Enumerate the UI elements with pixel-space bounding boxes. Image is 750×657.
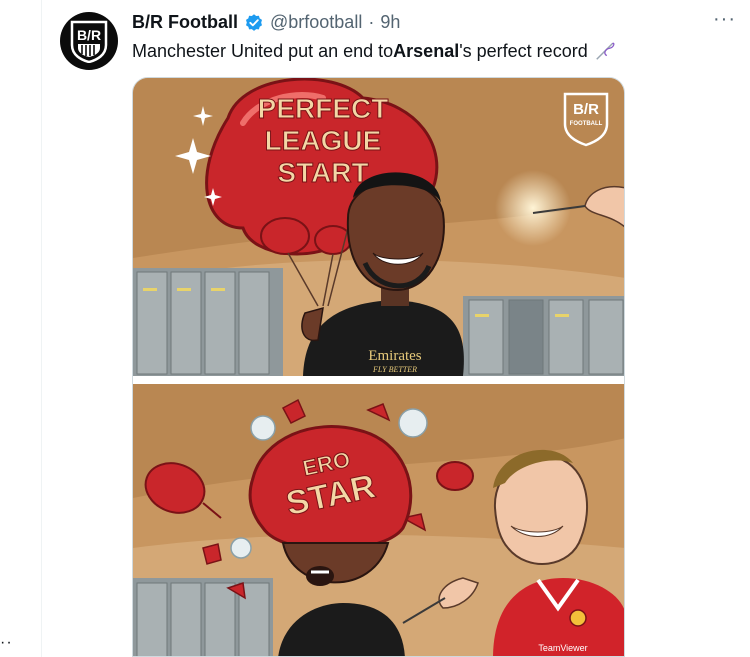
left-sidebar-edge bbox=[0, 0, 42, 657]
cartoon-illustration: PERFECT LEAGUE START B/R FOOTBALL Emirat… bbox=[133, 78, 624, 656]
needle-emoji-icon bbox=[595, 42, 615, 60]
author-avatar[interactable]: B/R bbox=[60, 12, 118, 70]
author-handle[interactable]: @brfootball bbox=[270, 12, 362, 33]
bottom-panel: ERO STAR TeamViewer bbox=[133, 384, 624, 656]
tweet-timestamp[interactable]: 9h bbox=[380, 12, 400, 33]
popped-balloon-head: ERO STAR bbox=[248, 425, 413, 552]
tweet-text-part-1: Manchester United put an end to bbox=[132, 40, 394, 61]
tweet-text-mention-arsenal: Arsenal bbox=[393, 40, 460, 61]
balloon-text-line-2: LEAGUE bbox=[265, 125, 382, 156]
watermark-logo-text: B/R bbox=[573, 101, 599, 118]
br-logo-icon: B/R bbox=[70, 20, 108, 63]
avatar-logo-text: B/R bbox=[77, 27, 101, 43]
left-more-dots[interactable]: ·· bbox=[0, 634, 13, 652]
united-shirt-sponsor: TeamViewer bbox=[538, 643, 587, 653]
balloon-text-line-3: START bbox=[277, 157, 368, 188]
shirt-sponsor: Emirates bbox=[368, 348, 421, 364]
verified-badge-icon bbox=[246, 13, 262, 31]
more-options-button[interactable]: ··· bbox=[713, 8, 736, 31]
lockers-bottom bbox=[133, 578, 273, 656]
watermark-logo-subtext: FOOTBALL bbox=[570, 121, 603, 127]
united-crest-icon bbox=[569, 609, 587, 627]
light-glow bbox=[495, 170, 571, 246]
author-name[interactable]: B/R Football bbox=[132, 12, 238, 33]
tweet[interactable]: B/R B/R Football @brfootball · 9h ··· Ma… bbox=[42, 0, 750, 657]
balloon-text-line-1: PERFECT bbox=[258, 93, 389, 124]
tweet-text-part-3: 's perfect record bbox=[459, 40, 588, 61]
tweet-header: B/R Football @brfootball · 9h bbox=[132, 12, 400, 33]
tweet-media-image[interactable]: PERFECT LEAGUE START B/R FOOTBALL Emirat… bbox=[132, 77, 625, 657]
shirt-sponsor-sub: FLY BETTER bbox=[372, 365, 417, 374]
tweet-text: Manchester United put an end to Arsenal '… bbox=[132, 40, 616, 62]
panel-divider bbox=[133, 376, 624, 384]
header-separator: · bbox=[368, 12, 375, 32]
top-panel: PERFECT LEAGUE START B/R FOOTBALL Emirat… bbox=[133, 78, 624, 376]
